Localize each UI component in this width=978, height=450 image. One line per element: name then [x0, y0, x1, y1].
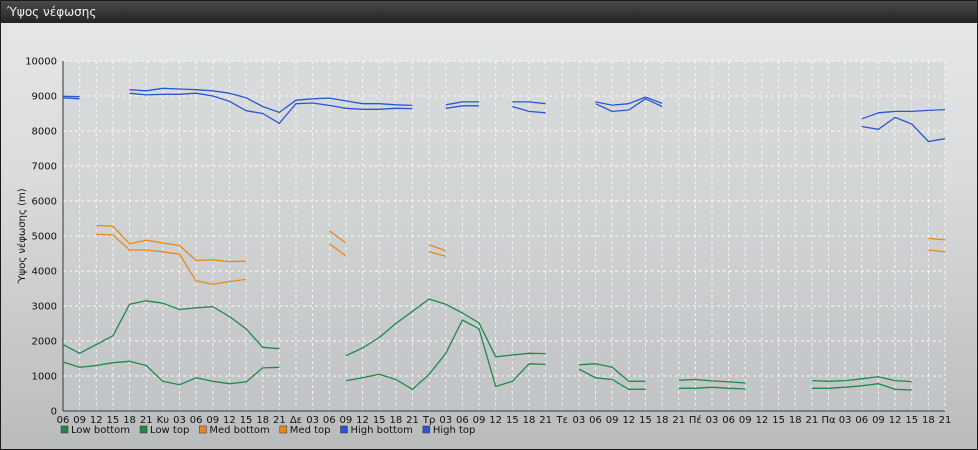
chart-window: Ύψος νέφωσης 0 1000 2000 3000 4000 5000 6000 70… [0, 0, 978, 450]
legend-swatch [199, 425, 207, 434]
x-tick-label: 15 [772, 415, 785, 426]
x-tick-label: 15 [506, 415, 519, 426]
x-tick-label: 21 [273, 415, 286, 426]
x-tick-label: 15 [905, 415, 918, 426]
x-tick-label: 18 [523, 415, 536, 426]
x-tick-label: 21 [939, 415, 952, 426]
x-tick-label: Πα [821, 415, 836, 426]
x-tick-label: 09 [872, 415, 885, 426]
y-tick-label: 10000 [25, 57, 57, 68]
y-tick-label: 6000 [32, 197, 57, 208]
legend-swatch [139, 425, 148, 434]
y-tick-label: 3000 [32, 302, 57, 313]
x-tick-label: 12 [756, 415, 769, 426]
y-tick-label: 9000 [32, 92, 57, 103]
x-tick-label: 21 [672, 415, 685, 426]
x-tick-label: Τε [555, 415, 568, 426]
x-tick-label: 21 [539, 415, 552, 426]
legend-label: High bottom [351, 425, 413, 436]
x-tick-label: 12 [622, 415, 635, 426]
legend-label: Low bottom [71, 425, 130, 436]
x-tick-label: 15 [639, 415, 652, 426]
x-tick-label: 03 [706, 415, 719, 426]
y-tick-label: 4000 [32, 267, 57, 278]
y-tick-label: 5000 [32, 232, 57, 243]
x-tick-label: 18 [656, 415, 669, 426]
legend-swatch [279, 425, 288, 434]
legend-swatch [422, 425, 431, 434]
x-tick-label: 12 [889, 415, 902, 426]
x-tick-label: 06 [57, 415, 70, 426]
y-axis-label: Ύψος νέφωσης (m) [16, 188, 28, 284]
legend-label: High top [433, 425, 476, 436]
legend-label: Med top [290, 425, 331, 436]
y-tick-label: 2000 [32, 337, 57, 348]
x-tick-label: 18 [789, 415, 802, 426]
x-tick-label: 12 [489, 415, 502, 426]
x-tick-label: Πέ [689, 414, 702, 426]
y-tick-label: 1000 [32, 372, 57, 383]
x-tick-label: 09 [606, 415, 619, 426]
x-tick-label: 18 [922, 415, 935, 426]
cloud-height-chart: 0100020003000400050006000700080009000100… [16, 57, 952, 437]
x-tick-label: 21 [806, 415, 819, 426]
x-tick-label: 06 [855, 415, 868, 426]
y-tick-label: 7000 [32, 162, 57, 173]
x-tick-label: 09 [739, 415, 752, 426]
x-tick-label: 06 [190, 415, 203, 426]
x-tick-label: 03 [573, 415, 586, 426]
legend-swatch [340, 425, 348, 434]
x-tick-label: 06 [722, 415, 735, 426]
legend-label: Med bottom [209, 425, 269, 436]
x-tick-label: 03 [839, 415, 852, 426]
legend-swatch [60, 425, 69, 434]
x-tick-label: 06 [589, 415, 602, 426]
y-tick-label: 8000 [32, 127, 57, 138]
legend-label: Low top [150, 425, 189, 436]
